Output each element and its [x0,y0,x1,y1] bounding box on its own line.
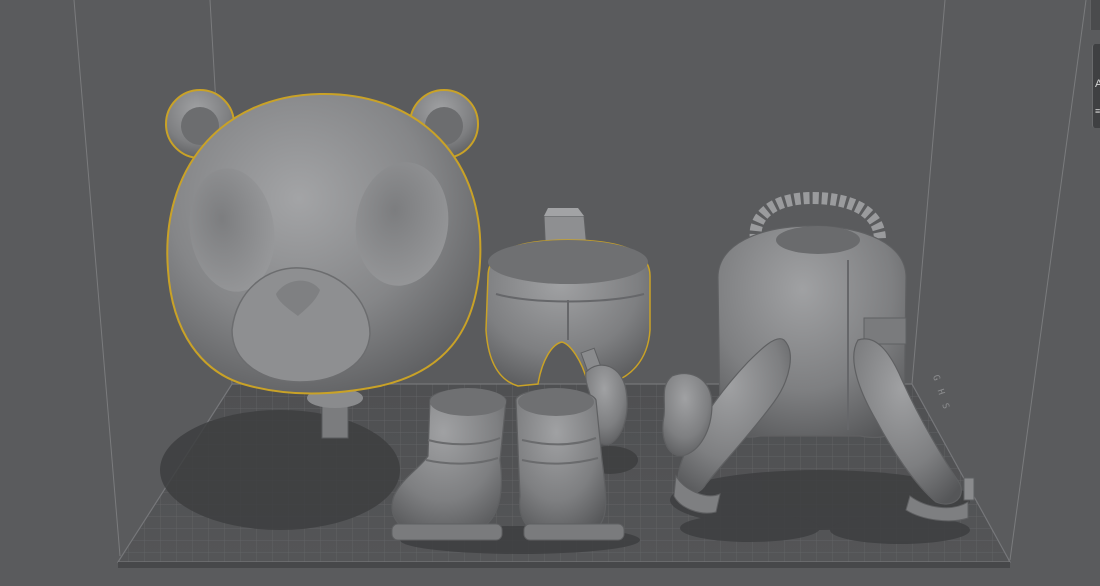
side-panel-tab[interactable]: A ≡ [1092,44,1100,128]
top-panel-tab[interactable] [1090,0,1100,30]
scene-canvas[interactable] [0,0,1100,586]
3d-viewport[interactable]: G H S [0,0,1100,586]
side-panel-menu-icon: ≡ [1095,106,1100,116]
side-panel-glyph-a: A [1095,78,1100,90]
